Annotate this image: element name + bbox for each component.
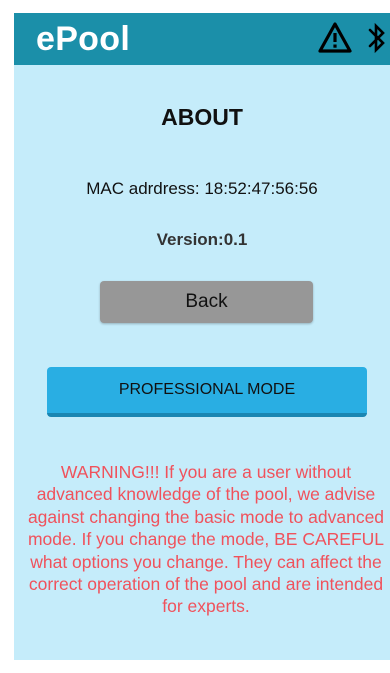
warning-message: WARNING!!! If you are a user without adv… bbox=[27, 462, 385, 617]
professional-mode-button[interactable]: PROFESSIONAL MODE bbox=[47, 367, 367, 417]
version-text: Version:0.1 bbox=[156, 230, 248, 249]
top-app-bar: ePool bbox=[14, 13, 390, 65]
bluetooth-icon[interactable] bbox=[366, 19, 388, 57]
app-screen: ePool ABOUT MAC adrdress: 18:52:47:56:56… bbox=[14, 13, 390, 660]
page-title: ABOUT bbox=[161, 104, 243, 130]
app-title: ePool bbox=[36, 20, 131, 58]
back-button[interactable]: Back bbox=[100, 281, 313, 323]
warning-icon[interactable] bbox=[317, 21, 353, 55]
mac-address-text: MAC adrdress: 18:52:47:56:56 bbox=[86, 179, 318, 198]
